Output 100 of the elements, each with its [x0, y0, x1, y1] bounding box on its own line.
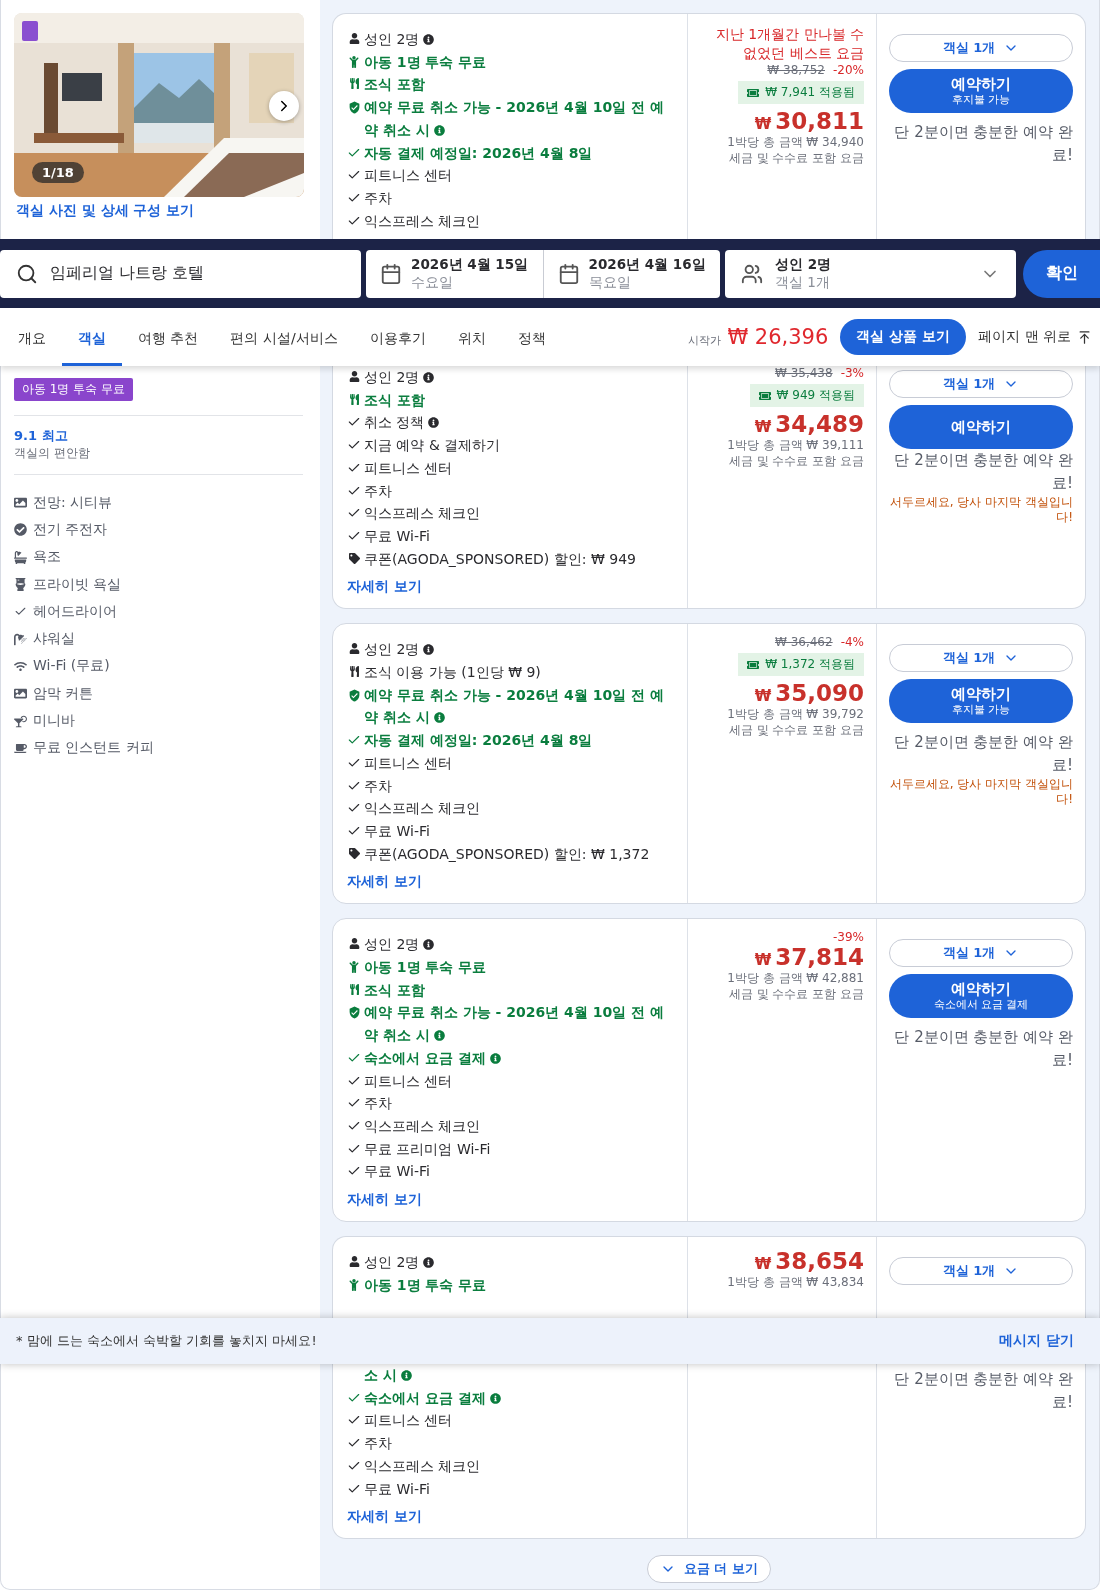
booking-note: 단 2분이면 충분한 예약 완료! — [893, 450, 1073, 494]
close-message-link[interactable]: 메시지 닫기 — [999, 1332, 1074, 1350]
details-link[interactable]: 자세히 보기 — [347, 1508, 422, 1527]
feature-text: 익스프레스 체크인 — [364, 799, 481, 819]
photos-link[interactable]: 객실 사진 및 상세 구성 보기 — [16, 202, 195, 220]
amenity-label: 샤워실 — [33, 630, 75, 649]
toilet-icon — [14, 578, 27, 592]
feature-text: 주차 — [364, 776, 392, 796]
total-price: 1박당 총 금액 ₩ 43,834 — [727, 1274, 864, 1291]
feature-text: 익스프레스 체크인 — [364, 211, 481, 231]
feature-text: 숙소에서 요금 결제 — [364, 1046, 501, 1070]
feature-text: 쿠폰(AGODA_SPONSORED) 할인: ₩ 949 — [364, 549, 636, 569]
nav-tab[interactable]: 정책 — [501, 308, 562, 366]
feature-text: 조식 포함 — [364, 980, 425, 1000]
booking-note: 단 2분이면 충분한 예약 완료! — [893, 732, 1073, 777]
view-rooms-button[interactable]: 객실 상품 보기 — [840, 319, 967, 355]
tax-note: 세금 및 수수료 포함 요금 — [728, 986, 864, 1003]
original-price: ₩ 36,462 — [774, 635, 833, 650]
feature-text: 무료 Wi-Fi — [364, 821, 430, 841]
book-button[interactable]: 예약하기 — [889, 405, 1073, 449]
feature-text: 무료 프리미엄 Wi-Fi — [364, 1139, 491, 1159]
amenity-label: 욕조 — [33, 548, 61, 567]
guests-field[interactable]: 성인 2명 객실 1개 — [725, 249, 1016, 298]
calendar-icon — [380, 262, 402, 285]
rooms-select[interactable]: 객실 1개 — [889, 644, 1073, 673]
more-rates-button[interactable]: 요금 더 보기 — [646, 1555, 772, 1584]
bathtub-icon — [14, 550, 27, 564]
price: 37,814 — [775, 944, 864, 971]
feature-text: 성인 2명 — [364, 638, 435, 662]
amenity-label: 미니바 — [33, 712, 75, 730]
feature-text: 피트니스 센터 — [364, 753, 453, 773]
ticket-icon — [758, 389, 771, 402]
book-button[interactable]: 예약하기 후지불 가능 — [889, 679, 1073, 724]
nav-tab[interactable]: 편의 시설/서비스 — [214, 308, 354, 366]
feature-text: 성인 2명 — [364, 933, 435, 957]
person-icon — [348, 643, 360, 655]
urgency-note: 서두르세요, 당사 마지막 객실입니다! — [889, 777, 1073, 808]
feature-text: 피트니스 센터 — [364, 1411, 453, 1431]
nav-tab[interactable]: 위치 — [441, 308, 502, 366]
feature-text: 무료 Wi-Fi — [364, 526, 430, 546]
tag-marker — [22, 21, 38, 41]
people-icon — [741, 262, 763, 285]
booking-note: 단 2분이면 충분한 예약 완료! — [893, 122, 1073, 166]
currency: ₩ — [754, 1255, 772, 1274]
search-field[interactable]: 임페리얼 나트랑 호텔 — [0, 249, 361, 298]
tax-note: 세금 및 수수료 포함 요금 — [728, 150, 864, 166]
feature-text: 주차 — [364, 1434, 392, 1454]
feature-text: 피트니스 센터 — [364, 458, 453, 478]
feature-text: 조식 포함 — [364, 390, 425, 410]
price: 34,489 — [775, 411, 864, 437]
feature-text: 무료 Wi-Fi — [364, 1479, 430, 1499]
feature-text: 아동 1명 투숙 무료 — [364, 958, 487, 978]
feature-text: 자동 결제 예정일: 2026년 4월 8일 — [364, 143, 593, 163]
price: 38,654 — [775, 1248, 864, 1275]
back-to-top-link[interactable]: 페이지 맨 위로 — [978, 328, 1092, 346]
checkout-field[interactable]: 2026년 4월 16일 목요일 — [542, 249, 720, 298]
rooms-select[interactable]: 객실 1개 — [889, 939, 1073, 968]
checkin-field[interactable]: 2026년 4월 15일 수요일 — [366, 249, 543, 298]
feature-text: 예약 무료 취소 가능 - 2026년 4월 10일 전 예약 취소 시 — [364, 685, 665, 728]
tag-icon — [348, 552, 360, 564]
person-icon — [348, 33, 360, 44]
feature-text: 익스프레스 체크인 — [364, 504, 481, 524]
shield-check-icon — [347, 1006, 361, 1020]
confirm-button[interactable]: 확인 — [1023, 249, 1100, 298]
discount: -4% — [840, 635, 864, 650]
utensils-icon — [348, 78, 360, 90]
coupon-applied: ₩ 7,941 적용됨 — [738, 81, 864, 104]
amenity-label: Wi-Fi (무료) — [33, 657, 110, 676]
feature-text: 무료 Wi-Fi — [364, 1162, 430, 1182]
rooms-select[interactable]: 객실 1개 — [889, 1257, 1073, 1286]
details-link[interactable]: 자세히 보기 — [347, 578, 422, 597]
coupon-applied: ₩ 1,372 적용됨 — [738, 653, 864, 677]
feature-text: 취소 정책 — [364, 411, 440, 435]
amenity-label: 무료 인스턴트 커피 — [33, 739, 154, 758]
currency: ₩ — [754, 115, 772, 133]
nav-tab[interactable]: 이용후기 — [353, 308, 442, 366]
feature-text: 피트니스 센터 — [364, 1071, 453, 1091]
total-price: 1박당 총 금액 ₩ 39,111 — [727, 437, 864, 453]
details-link[interactable]: 자세히 보기 — [347, 1191, 422, 1210]
utensils-icon — [348, 393, 360, 405]
feature-text: 자동 결제 예정일: 2026년 4월 8일 — [364, 731, 593, 751]
nav-tab[interactable]: 개요 — [2, 308, 62, 366]
price-from-label: 시작가 — [688, 333, 722, 348]
details-link[interactable]: 자세히 보기 — [347, 873, 422, 892]
rooms-select[interactable]: 객실 1개 — [889, 34, 1073, 62]
nav-tab[interactable]: 여행 추천 — [122, 308, 215, 366]
coffee-icon — [14, 741, 27, 755]
person-icon — [348, 1256, 360, 1268]
rooms-select[interactable]: 객실 1개 — [889, 370, 1073, 398]
feature-text: 성인 2명 — [364, 366, 435, 389]
feature-text: 익스프레스 체크인 — [364, 1117, 481, 1136]
feature-text: 성인 2명 — [364, 28, 435, 51]
child-icon — [348, 55, 360, 68]
total-price: 1박당 총 금액 ₩ 39,792 — [727, 706, 864, 723]
currency: ₩ — [754, 687, 772, 706]
book-button[interactable]: 예약하기 후지불 가능 — [889, 69, 1073, 113]
rating-label: 객실의 편안함 — [14, 445, 91, 462]
currency: ₩ — [754, 951, 772, 970]
feature-text: 조식 포함 — [364, 75, 425, 95]
book-button[interactable]: 예약하기 숙소에서 요금 결제 — [889, 974, 1073, 1019]
